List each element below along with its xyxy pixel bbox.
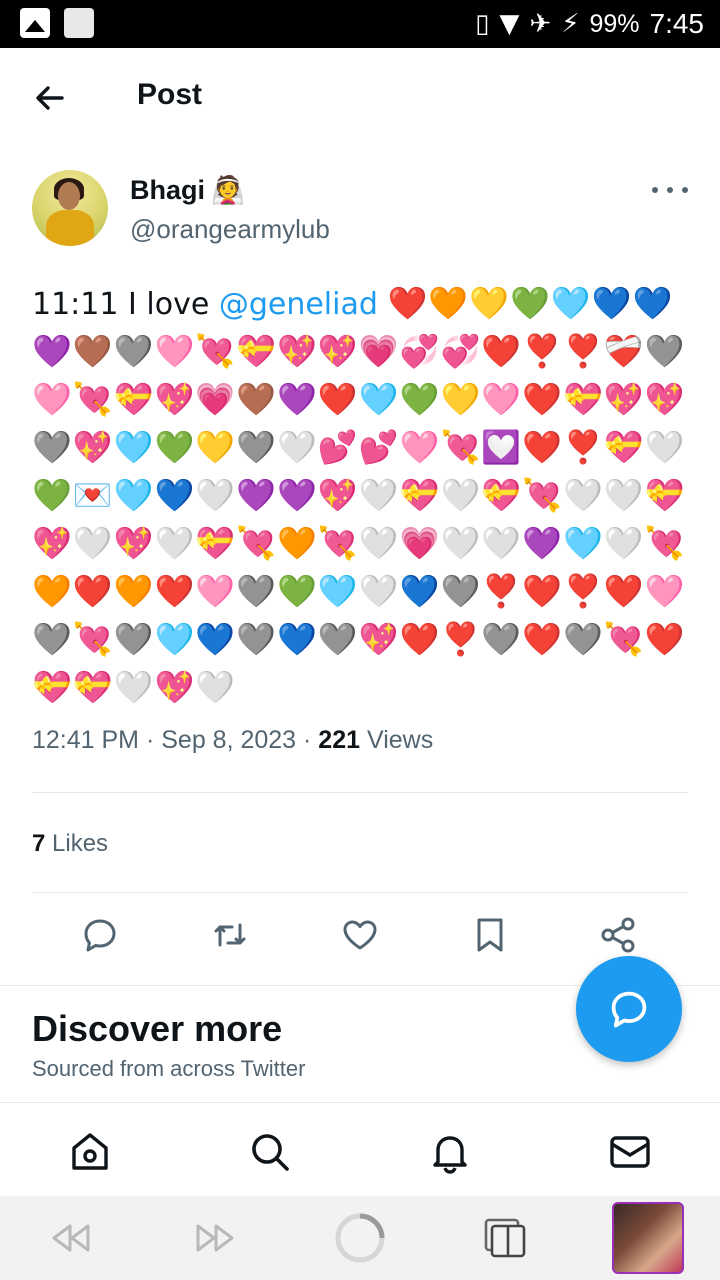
compose-reply-icon [611,991,647,1028]
home-circle-icon[interactable] [332,1210,388,1266]
author-handle[interactable]: @orangearmylub [130,214,330,245]
divider [32,892,688,893]
battery-percent: 99% [589,9,640,38]
gallery-notification-icon [20,8,50,38]
author-name-text: Bhagi [130,174,206,205]
avatar[interactable] [32,170,108,246]
tweet-time: 12:41 PM [32,726,140,754]
author-name[interactable]: Bhagi 👰 [130,174,245,207]
app-notification-icon [64,8,94,38]
back-arrow-icon[interactable] [30,78,70,118]
page-title: Post [137,78,203,111]
tweet-date: Sep 8, 2023 [161,726,297,754]
views-label: Views [366,726,434,754]
tweet-emojis: ❤️🧡💛💚🩵💙💙💜🤎🩶🩷💘💝💖💖💗💞💞❤️❣️❣️❤️‍🩹🩶🩷💘💝💖💗🤎💜❤️🩵… [32,284,686,706]
fast-forward-icon[interactable] [188,1210,244,1266]
likes-label: Likes [52,830,109,857]
rewind-icon[interactable] [42,1210,98,1266]
battery-saver-icon: ⚡ [561,9,580,39]
wifi-icon: ▼ [499,9,520,39]
author-badge-emoji: 👰 [211,175,245,206]
tweet-meta: 12:41 PM · Sep 8, 2023 · 221 Views [32,726,434,754]
divider [32,792,688,793]
reply-icon[interactable] [80,915,120,959]
views-count: 221 [318,726,361,754]
share-icon[interactable] [598,915,638,959]
bottom-tab-bar [0,1110,720,1194]
airplane-icon: ✈ [529,9,552,39]
notifications-bell-icon[interactable] [426,1128,474,1176]
likes-count: 7 [32,830,46,857]
discover-subtitle: Sourced from across Twitter [32,1056,306,1081]
likes-link[interactable]: 7 Likes [32,830,108,858]
system-navigation-bar [0,1196,720,1280]
like-icon[interactable] [340,915,380,959]
tweet-body: 11:11 I love @geneliad ❤️🧡💛💚🩵💙💙💜🤎🩶🩷💘💝💖💖💗… [32,280,692,712]
mention-link[interactable]: @geneliad [219,287,378,322]
retweet-icon[interactable] [210,915,250,959]
home-icon[interactable] [66,1128,114,1176]
search-icon[interactable] [246,1128,294,1176]
vibrate-icon: ▯ [475,9,490,39]
clock: 7:45 [649,8,705,39]
top-app-bar: Post [0,48,720,146]
tweet-author: Bhagi 👰 @orangearmylub [32,170,692,250]
app-thumbnail[interactable] [612,1202,684,1274]
tweet-text: 11:11 I love [32,287,219,322]
discover-title: Discover more [32,1008,283,1049]
status-bar: ▯ ▼ ✈ ⚡ 99% 7:45 [0,0,720,48]
messages-envelope-icon[interactable] [606,1128,654,1176]
recent-apps-icon[interactable] [478,1210,534,1266]
bookmark-icon[interactable] [470,915,510,959]
more-options-icon[interactable] [652,180,688,200]
reply-fab-button[interactable] [576,956,682,1062]
